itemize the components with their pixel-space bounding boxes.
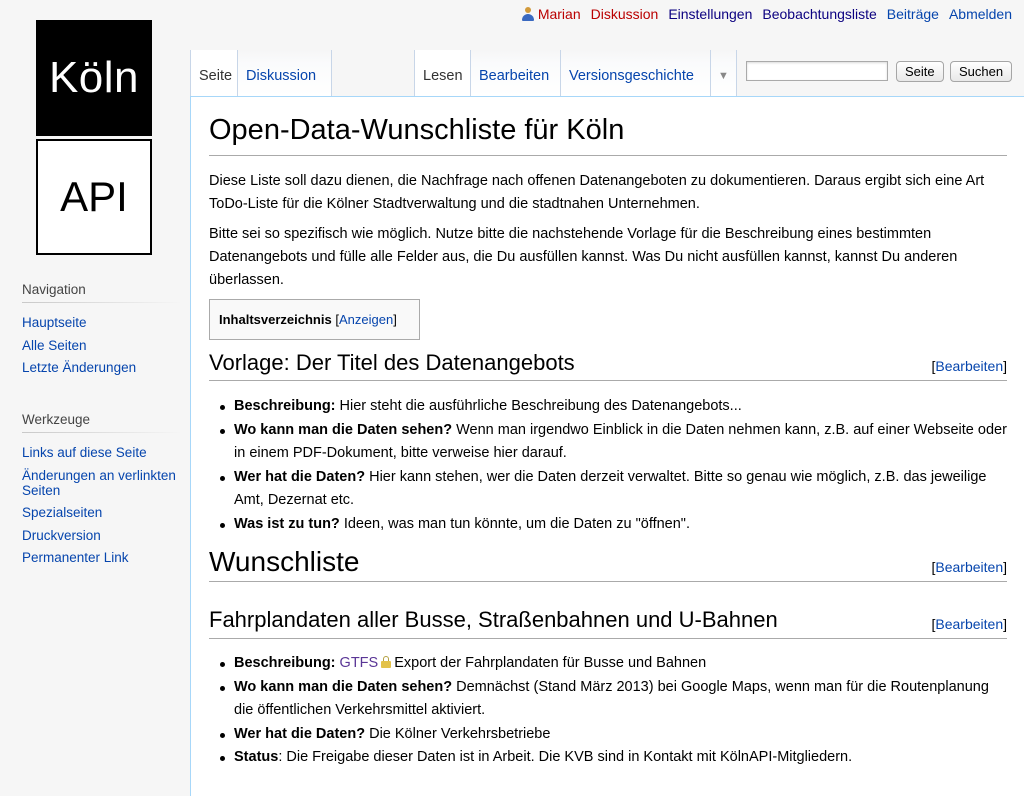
list-item: Wer hat die Daten? Hier kann stehen, wer… <box>220 466 1007 513</box>
sidebar-item-recent-changes[interactable]: Letzte Änderungen <box>22 360 136 375</box>
section-edit-template: [Bearbeiten] <box>931 358 1008 374</box>
preferences-link[interactable]: Einstellungen <box>668 6 752 22</box>
sidebar-item-all-pages[interactable]: Alle Seiten <box>22 338 87 353</box>
intro-paragraph-2: Bitte sei so spezifisch wie möglich. Nut… <box>209 226 958 288</box>
gtfs-link[interactable]: GTFS <box>340 655 379 671</box>
personal-tools: Marian Diskussion Einstellungen Beobacht… <box>521 6 1012 22</box>
toc-toggle-link[interactable]: Anzeigen <box>339 312 393 327</box>
navigation-heading: Navigation <box>22 282 182 303</box>
edit-section-link-transit[interactable]: Bearbeiten <box>935 616 1003 632</box>
tools-heading: Werkzeuge <box>22 412 182 433</box>
tab-read[interactable]: Lesen <box>414 50 471 96</box>
section-heading-template: Vorlage: Der Titel des Datenangebots [Be… <box>209 349 1007 381</box>
sidebar-item-what-links-here[interactable]: Links auf diese Seite <box>22 445 147 460</box>
contributions-link[interactable]: Beiträge <box>887 6 939 22</box>
section-heading-transit: Fahrplandaten aller Busse, Straßenbahnen… <box>209 606 1007 639</box>
transit-field-list: Beschreibung: GTFS Export der Fahrplandat… <box>209 652 1007 770</box>
content-area: Open-Data-Wunschliste für Köln Diese Lis… <box>190 96 1024 796</box>
logo-bottom-text: API <box>36 139 152 255</box>
table-of-contents: Inhaltsverzeichnis [Anzeigen] <box>209 299 420 340</box>
sidebar-item-special-pages[interactable]: Spezialseiten <box>22 505 102 520</box>
sidebar-item-print-version[interactable]: Druckversion <box>22 528 101 543</box>
sidebar-item-main-page[interactable]: Hauptseite <box>22 315 87 330</box>
tools-list: Links auf diese Seite Änderungen an verl… <box>22 445 187 573</box>
section-title-template: Vorlage: Der Titel des Datenangebots <box>209 350 575 375</box>
tab-page[interactable]: Seite <box>190 50 238 96</box>
toc-bracket-close: ] <box>393 312 397 327</box>
list-item: Beschreibung: GTFS Export der Fahrplandat… <box>220 652 1007 676</box>
list-item: Beschreibung: Hier steht die ausführlich… <box>220 395 1007 419</box>
tab-discussion[interactable]: Diskussion <box>238 50 332 96</box>
list-item: Was ist zu tun? Ideen, was man tun könnt… <box>220 513 1007 537</box>
template-field-list: Beschreibung: Hier steht die ausführlich… <box>209 395 1007 536</box>
intro-paragraph-1: Diese Liste soll dazu dienen, die Nachfr… <box>209 173 985 212</box>
list-item: Wo kann man die Daten sehen? Wenn man ir… <box>220 419 1007 466</box>
toc-title: Inhaltsverzeichnis <box>219 312 332 327</box>
logo-top-text: Köln <box>36 20 152 136</box>
user-icon <box>521 7 534 21</box>
site-logo[interactable]: Köln API <box>36 20 152 255</box>
user-discussion-link[interactable]: Diskussion <box>591 6 659 22</box>
user-link[interactable]: Marian <box>521 6 581 22</box>
navigation-list: Hauptseite Alle Seiten Letzte Änderungen <box>22 315 187 383</box>
section-edit-wishlist: [Bearbeiten] <box>931 559 1008 575</box>
logout-link[interactable]: Abmelden <box>949 6 1012 22</box>
edit-section-link-wishlist[interactable]: Bearbeiten <box>935 559 1003 575</box>
section-title-wishlist: Wunschliste <box>209 546 360 577</box>
lock-icon <box>381 656 392 668</box>
edit-section-link-template[interactable]: Bearbeiten <box>935 358 1003 374</box>
section-heading-wishlist: Wunschliste [Bearbeiten] <box>209 545 1007 582</box>
go-button[interactable]: Seite <box>896 61 944 82</box>
sidebar-item-permanent-link[interactable]: Permanenter Link <box>22 550 129 565</box>
sidebar-item-related-changes[interactable]: Änderungen an verlinkten Seiten <box>22 468 176 498</box>
section-edit-transit: [Bearbeiten] <box>931 616 1008 632</box>
page-title: Open-Data-Wunschliste für Köln <box>209 114 1007 156</box>
search-input[interactable] <box>746 61 888 81</box>
tab-edit[interactable]: Bearbeiten <box>471 50 561 96</box>
section-title-transit: Fahrplandaten aller Busse, Straßenbahnen… <box>209 607 778 632</box>
search-button[interactable]: Suchen <box>950 61 1013 82</box>
more-actions-chevron-icon[interactable]: ▼ <box>711 50 737 96</box>
user-name: Marian <box>537 6 581 22</box>
watchlist-link[interactable]: Beobachtungsliste <box>762 6 876 22</box>
list-item: Wer hat die Daten? Die Kölner Verkehrsbe… <box>220 723 1007 747</box>
list-item: Wo kann man die Daten sehen? Demnächst (… <box>220 676 1007 723</box>
list-item: Status: Die Freigabe dieser Daten ist in… <box>220 746 1007 770</box>
tab-history[interactable]: Versionsgeschichte <box>561 50 711 96</box>
